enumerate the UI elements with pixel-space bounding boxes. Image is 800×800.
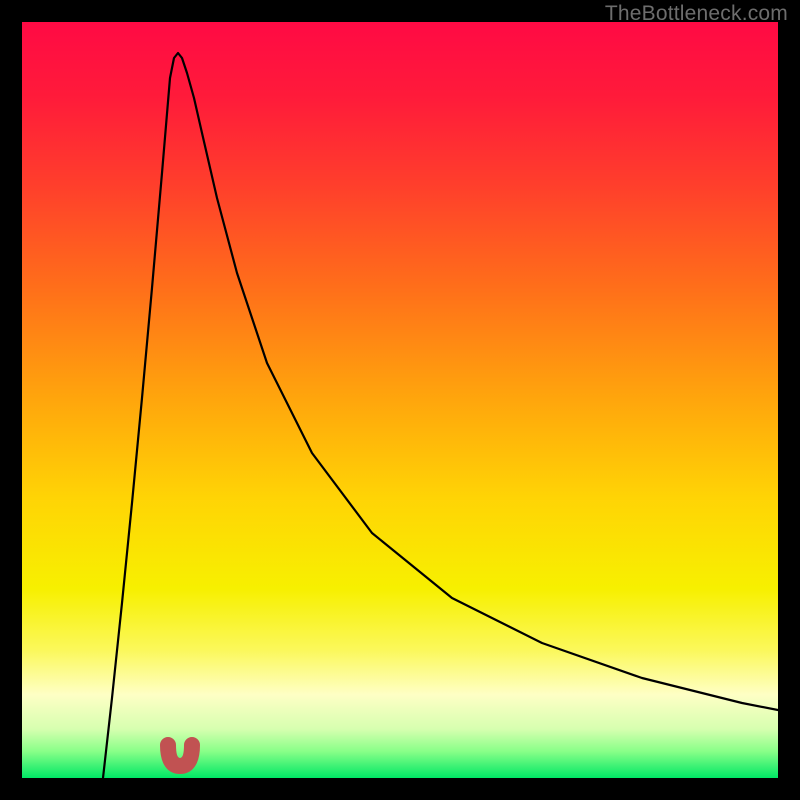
outer-black-frame: TheBottleneck.com: [0, 0, 800, 800]
watermark-text: TheBottleneck.com: [605, 2, 788, 26]
plot-area: [22, 22, 778, 778]
bottleneck-curve: [22, 22, 778, 778]
